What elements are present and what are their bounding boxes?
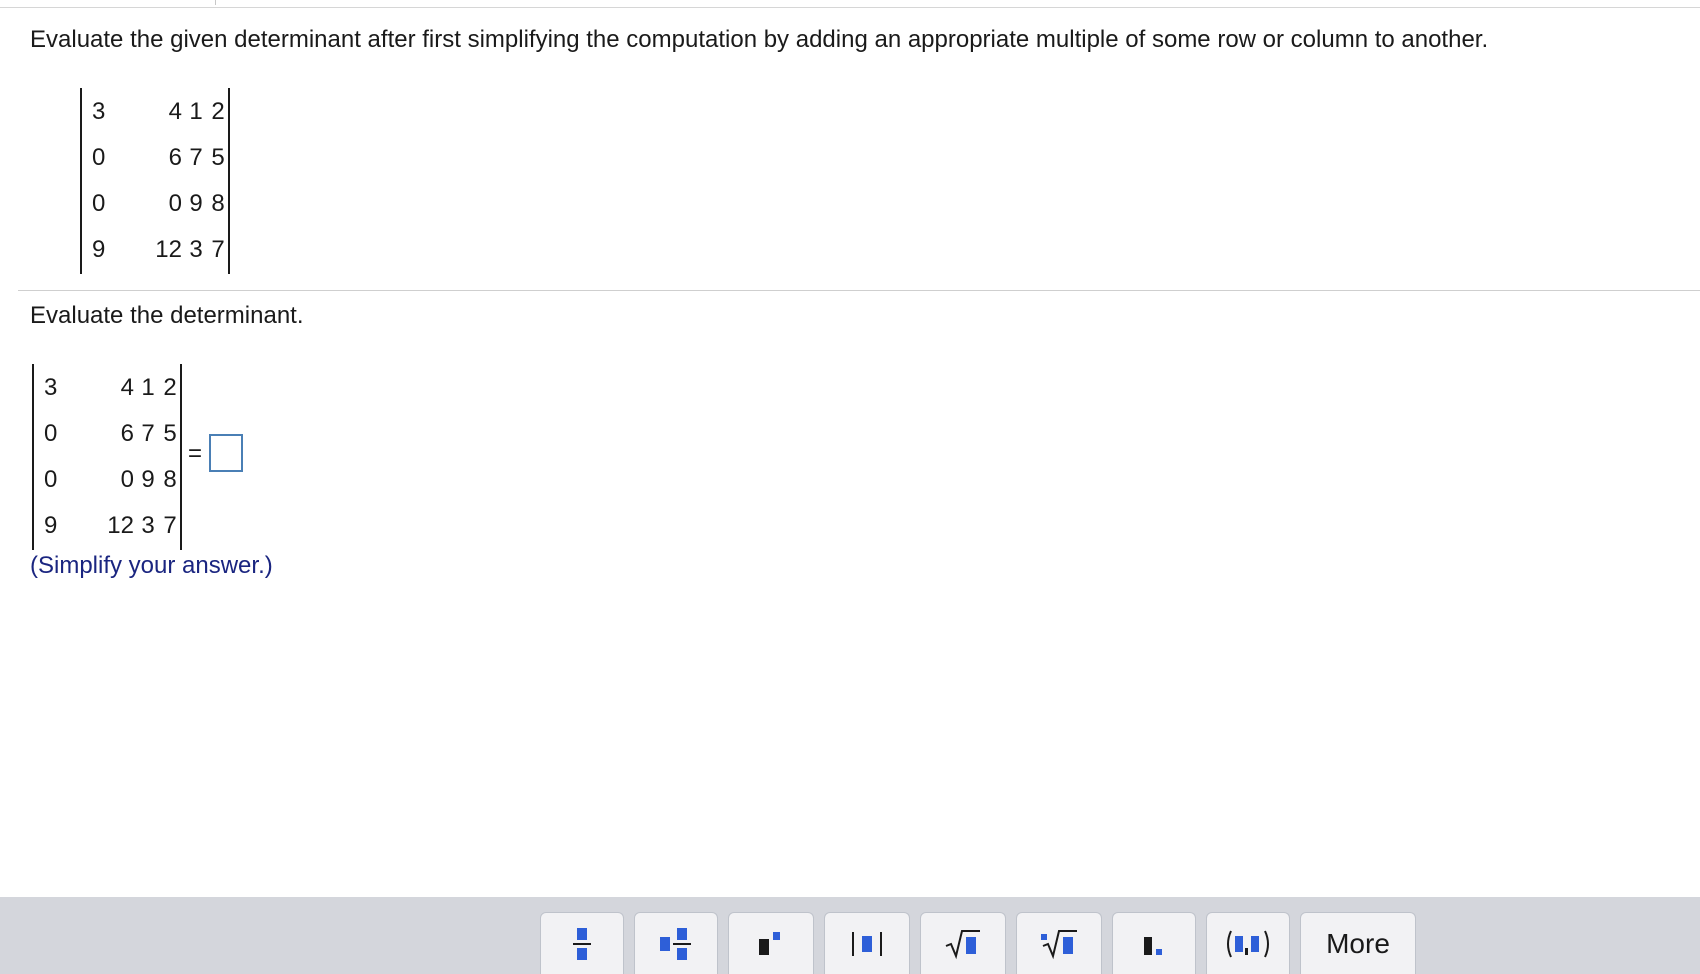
fraction-icon: [573, 927, 591, 960]
matrix-cell: 7: [163, 512, 177, 539]
matrix-cell: 0: [92, 190, 106, 217]
matrix-cell: 3: [189, 236, 203, 263]
matrix-cell: 12: [155, 236, 182, 263]
absolute-value-button[interactable]: [824, 912, 910, 974]
square-root-button[interactable]: [920, 912, 1006, 974]
determinant-row: 0 0 9 8: [34, 456, 180, 502]
section-divider: [18, 290, 1700, 291]
math-palette-toolbar: More: [0, 897, 1700, 974]
mixed-number-icon: [660, 927, 691, 960]
determinant-row: 9 12 3 7: [82, 226, 228, 272]
matrix-cell: 0: [44, 466, 58, 493]
determinant-row: 9 12 3 7: [34, 502, 180, 548]
square-root-icon: [945, 929, 980, 959]
matrix-cell: 0: [92, 144, 106, 171]
more-button[interactable]: More: [1300, 912, 1416, 974]
matrix-cell: 9: [189, 190, 203, 217]
simplify-hint: (Simplify your answer.): [30, 552, 273, 579]
matrix-cell: 0: [44, 420, 58, 447]
answer-determinant: 3 4 1 2 0 6 7 5 0 0 9 8 9 12 3 7: [32, 364, 182, 550]
matrix-cell: 8: [211, 190, 225, 217]
answer-input[interactable]: [209, 434, 243, 472]
matrix-cell: 3: [44, 374, 58, 401]
ordered-pair-icon: [1227, 930, 1269, 957]
matrix-cell: 12: [107, 512, 134, 539]
matrix-cell: 3: [141, 512, 155, 539]
matrix-cell: 6: [168, 144, 182, 171]
exponent-icon: [759, 931, 780, 955]
fraction-button[interactable]: [540, 912, 624, 974]
exponent-button[interactable]: [728, 912, 814, 974]
matrix-cell: 2: [163, 374, 177, 401]
given-determinant: 3 4 1 2 0 6 7 5 0 0 9 8 9 12 3 7: [80, 88, 230, 274]
nth-root-icon: [1041, 929, 1077, 959]
mixed-number-button[interactable]: [634, 912, 718, 974]
top-tick-mark: [215, 0, 216, 5]
determinant-row: 0 0 9 8: [82, 180, 228, 226]
matrix-cell: 4: [120, 374, 134, 401]
answer-prompt: Evaluate the determinant.: [30, 302, 304, 329]
question-instructions: Evaluate the given determinant after fir…: [30, 26, 1489, 53]
top-divider: [0, 0, 1700, 8]
matrix-cell: 3: [92, 98, 106, 125]
matrix-cell: 1: [141, 374, 155, 401]
matrix-cell: 1: [189, 98, 203, 125]
matrix-cell: 2: [211, 98, 225, 125]
matrix-cell: 6: [120, 420, 134, 447]
matrix-cell: 9: [92, 236, 106, 263]
matrix-cell: 9: [44, 512, 58, 539]
determinant-row: 0 6 7 5: [82, 134, 228, 180]
matrix-cell: 0: [168, 190, 182, 217]
decimal-icon: [1144, 936, 1162, 955]
more-button-label: More: [1326, 927, 1390, 959]
determinant-row: 3 4 1 2: [82, 88, 228, 134]
matrix-cell: 8: [163, 466, 177, 493]
determinant-row: 3 4 1 2: [34, 364, 180, 410]
matrix-cell: 4: [168, 98, 182, 125]
matrix-cell: 7: [141, 420, 155, 447]
ordered-pair-button[interactable]: [1206, 912, 1290, 974]
matrix-cell: 9: [141, 466, 155, 493]
nth-root-button[interactable]: [1016, 912, 1102, 974]
matrix-cell: 5: [211, 144, 225, 171]
matrix-cell: 0: [120, 466, 134, 493]
matrix-cell: 5: [163, 420, 177, 447]
equals-sign: =: [188, 440, 203, 467]
determinant-row: 0 6 7 5: [34, 410, 180, 456]
matrix-cell: 7: [211, 236, 225, 263]
matrix-cell: 7: [189, 144, 203, 171]
decimal-button[interactable]: [1112, 912, 1196, 974]
absolute-value-icon: [852, 931, 882, 956]
